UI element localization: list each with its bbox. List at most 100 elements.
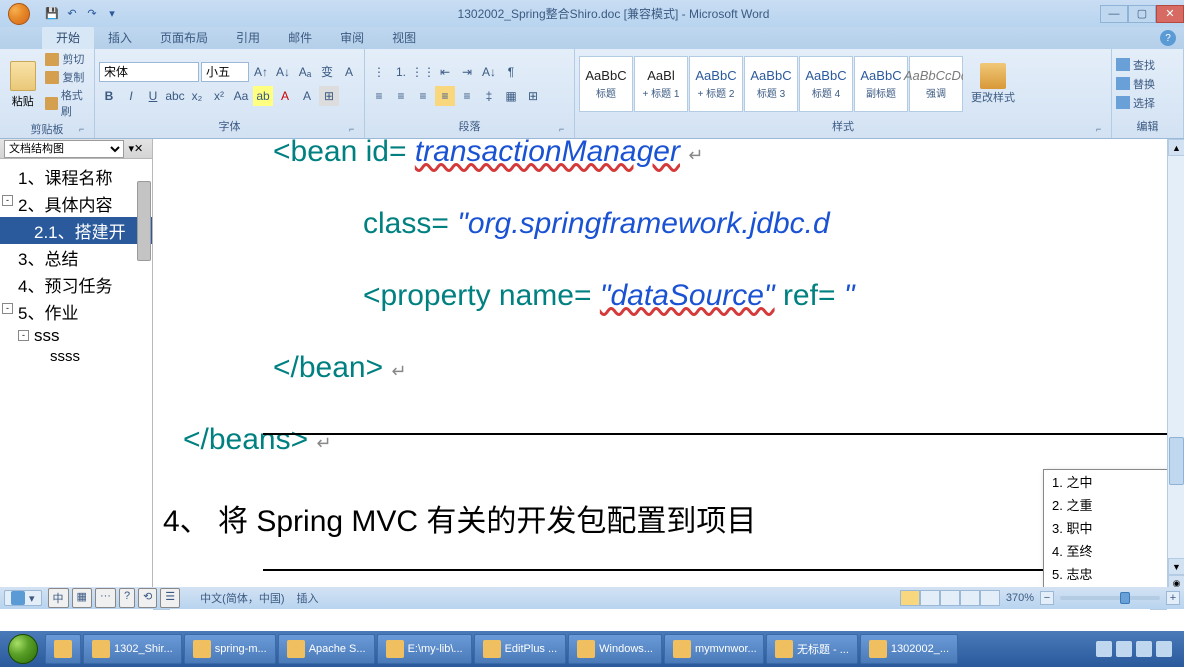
- style-item[interactable]: AaBbCcDd强调: [909, 56, 963, 112]
- bold-button[interactable]: B: [99, 86, 119, 106]
- status-mode[interactable]: 插入: [296, 590, 318, 606]
- strike-button[interactable]: abc: [165, 86, 185, 106]
- inc-indent-icon[interactable]: ⇥: [457, 62, 477, 82]
- draft-view-icon[interactable]: [980, 590, 1000, 606]
- help-icon[interactable]: ?: [1160, 30, 1176, 46]
- nav-item[interactable]: 3、总结: [0, 244, 152, 271]
- ime-candidate[interactable]: 5. 志忠: [1044, 562, 1169, 585]
- cut-button[interactable]: 剪切: [45, 51, 90, 67]
- underline-button[interactable]: U: [143, 86, 163, 106]
- highlight-button[interactable]: ab: [253, 86, 273, 106]
- taskbar-item[interactable]: E:\my-lib\...: [377, 634, 472, 664]
- numbering-icon[interactable]: 1.: [391, 62, 411, 82]
- distribute-icon[interactable]: ≡: [457, 86, 477, 106]
- multilevel-icon[interactable]: ⋮⋮: [413, 62, 433, 82]
- tray-flag-icon[interactable]: [1116, 641, 1132, 657]
- style-item[interactable]: AaBbC标题 3: [744, 56, 798, 112]
- taskbar-item[interactable]: Apache S...: [278, 634, 375, 664]
- replace-button[interactable]: 替换: [1116, 76, 1155, 92]
- zoom-slider[interactable]: [1060, 596, 1160, 600]
- close-button[interactable]: ✕: [1156, 5, 1184, 23]
- taskbar-item[interactable]: spring-m...: [184, 634, 276, 664]
- borders-icon[interactable]: ⊞: [523, 86, 543, 106]
- font-size-select[interactable]: [201, 62, 249, 82]
- align-right-icon[interactable]: ≡: [413, 86, 433, 106]
- expand-icon[interactable]: -: [2, 303, 13, 314]
- tray-volume-icon[interactable]: [1156, 641, 1172, 657]
- nav-item[interactable]: 5、作业-: [0, 298, 152, 325]
- tray-network-icon[interactable]: [1136, 641, 1152, 657]
- nav-tree[interactable]: 1、课程名称2、具体内容-2.1、搭建开3、总结4、预习任务5、作业-sss-s…: [0, 159, 152, 609]
- align-center-icon[interactable]: ≡: [391, 86, 411, 106]
- zoom-label[interactable]: 370%: [1006, 592, 1034, 604]
- nav-item[interactable]: 1、课程名称: [0, 163, 152, 190]
- zoom-out-button[interactable]: −: [1040, 591, 1054, 605]
- tab-review[interactable]: 审阅: [326, 26, 378, 49]
- qa-more-icon[interactable]: ▾: [103, 5, 121, 23]
- phonetic-icon[interactable]: 变: [317, 62, 337, 82]
- line-spacing-icon[interactable]: ‡: [479, 86, 499, 106]
- italic-button[interactable]: I: [121, 86, 141, 106]
- taskbar-item[interactable]: 1302_Shir...: [83, 634, 182, 664]
- nav-item[interactable]: 2、具体内容-: [0, 190, 152, 217]
- nav-item[interactable]: ssss: [0, 347, 152, 366]
- lang-item[interactable]: ☰: [160, 588, 180, 608]
- char-border-icon[interactable]: A: [297, 86, 317, 106]
- nav-close-button[interactable]: ✕: [134, 142, 148, 156]
- zoom-in-button[interactable]: +: [1166, 591, 1180, 605]
- font-launcher-icon[interactable]: ⌐: [349, 124, 361, 136]
- show-marks-icon[interactable]: ¶: [501, 62, 521, 82]
- shading-icon[interactable]: ▦: [501, 86, 521, 106]
- taskbar-item[interactable]: EditPlus ...: [474, 634, 567, 664]
- tray-up-icon[interactable]: [1096, 641, 1112, 657]
- nav-item[interactable]: 2.1、搭建开: [0, 217, 152, 244]
- tab-view[interactable]: 视图: [378, 26, 430, 49]
- enclose-icon[interactable]: A: [339, 62, 359, 82]
- save-icon[interactable]: 💾: [43, 5, 61, 23]
- zoom-handle[interactable]: [1120, 592, 1130, 604]
- dec-indent-icon[interactable]: ⇤: [435, 62, 455, 82]
- style-item[interactable]: AaBbC标题 4: [799, 56, 853, 112]
- print-layout-view-icon[interactable]: [900, 590, 920, 606]
- grow-font-icon[interactable]: A↑: [251, 62, 271, 82]
- scroll-up-icon[interactable]: ▲: [1168, 139, 1184, 156]
- ime-candidate[interactable]: 3. 职中: [1044, 516, 1169, 539]
- vertical-scrollbar[interactable]: ▲ ▼ ◉ ▼: [1167, 139, 1184, 609]
- select-button[interactable]: 选择: [1116, 95, 1155, 111]
- format-painter-button[interactable]: 格式刷: [45, 87, 90, 119]
- ime-candidate[interactable]: 1. 之中: [1044, 470, 1169, 493]
- change-case-button[interactable]: Aa: [231, 86, 251, 106]
- style-item[interactable]: AaBbC副标题: [854, 56, 908, 112]
- font-color-button[interactable]: A: [275, 86, 295, 106]
- nav-item[interactable]: 4、预习任务: [0, 271, 152, 298]
- tab-references[interactable]: 引用: [222, 26, 274, 49]
- align-left-icon[interactable]: ≡: [369, 86, 389, 106]
- taskbar-item[interactable]: 1302002_...: [860, 634, 958, 664]
- lang-item[interactable]: ▦: [72, 588, 92, 608]
- document-area[interactable]: <bean id= transactionManager ↵ class= "o…: [153, 139, 1184, 609]
- vscroll-thumb[interactable]: [1169, 437, 1184, 485]
- style-item[interactable]: AaBbC标题: [579, 56, 633, 112]
- maximize-button[interactable]: ▢: [1128, 5, 1156, 23]
- ime-candidate[interactable]: 2. 之重: [1044, 493, 1169, 516]
- bullets-icon[interactable]: ⋮: [369, 62, 389, 82]
- paste-button[interactable]: 粘贴: [4, 61, 41, 109]
- ime-candidate[interactable]: 4. 至终: [1044, 539, 1169, 562]
- sort-icon[interactable]: A↓: [479, 62, 499, 82]
- clipboard-launcher-icon[interactable]: ⌐: [79, 124, 91, 136]
- tab-home[interactable]: 开始: [42, 26, 94, 49]
- lang-item[interactable]: ⟲: [138, 588, 157, 608]
- subscript-button[interactable]: x₂: [187, 86, 207, 106]
- shrink-font-icon[interactable]: A↓: [273, 62, 293, 82]
- taskbar-item[interactable]: Windows...: [568, 634, 662, 664]
- nav-scrollbar-thumb[interactable]: [137, 181, 151, 261]
- task-pinned[interactable]: [45, 634, 81, 664]
- superscript-button[interactable]: x²: [209, 86, 229, 106]
- lang-item[interactable]: ?: [119, 588, 135, 608]
- find-button[interactable]: 查找: [1116, 57, 1155, 73]
- outline-view-icon[interactable]: [960, 590, 980, 606]
- justify-icon[interactable]: ≡: [435, 86, 455, 106]
- web-view-icon[interactable]: [940, 590, 960, 606]
- para-launcher-icon[interactable]: ⌐: [559, 124, 571, 136]
- scroll-down-icon[interactable]: ▼: [1168, 558, 1184, 575]
